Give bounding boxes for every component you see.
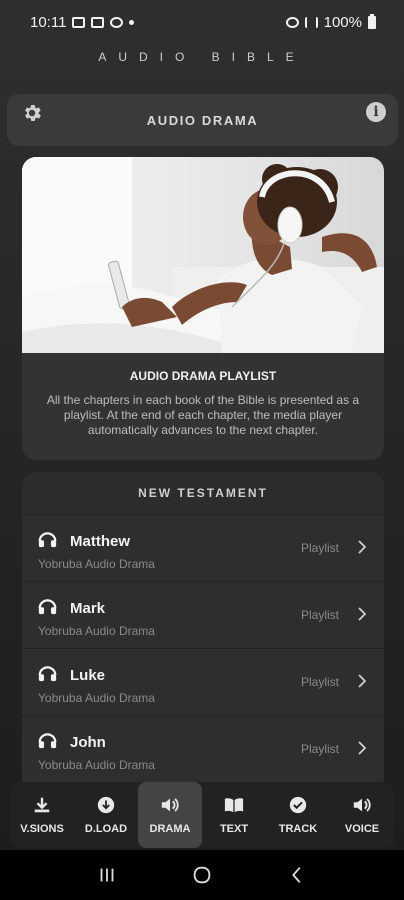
status-time: 10:11 — [30, 13, 67, 31]
testament-card: NEW TESTAMENT Matthew Yobruba Audio Drama… — [22, 472, 384, 792]
nav-label: DRAMA — [149, 823, 191, 835]
back-icon[interactable] — [286, 864, 308, 886]
playlist-label: Playlist — [300, 675, 339, 689]
info-icon[interactable]: i — [366, 102, 386, 122]
nav-item-drama[interactable]: DRAMA — [138, 782, 202, 848]
alarm-icon — [285, 16, 299, 28]
battery-icon — [368, 13, 376, 29]
nav-label: V.SIONS — [20, 823, 64, 835]
android-nav-bar — [0, 850, 404, 900]
chevron-right-icon[interactable] — [358, 741, 366, 755]
book-subtitle: Yobruba Audio Drama — [38, 557, 155, 571]
nav-label: TEXT — [219, 823, 249, 835]
book-subtitle: Yobruba Audio Drama — [38, 758, 155, 772]
nav-item-track[interactable]: TRACK — [266, 782, 330, 848]
playlist-label: Playlist — [300, 742, 339, 756]
speaker-icon — [353, 798, 371, 812]
app-title: AUDIO BIBLE — [98, 50, 306, 64]
nav-label: TRACK — [278, 823, 318, 835]
playlist-label: Playlist — [300, 541, 339, 555]
book-row-matthew[interactable]: Matthew Yobruba Audio Drama Playlist — [22, 514, 384, 581]
book-name: Mark — [70, 600, 106, 617]
book-subtitle: Yobruba Audio Drama — [38, 691, 155, 705]
download-tray-icon — [34, 797, 50, 813]
nav-item-text[interactable]: TEXT — [202, 782, 266, 848]
book-subtitle: Yobruba Audio Drama — [38, 624, 155, 638]
speaker-icon — [161, 798, 179, 812]
chevron-right-icon[interactable] — [358, 540, 366, 554]
section-title: NEW TESTAMENT — [138, 486, 268, 500]
home-icon[interactable] — [191, 864, 213, 886]
download-circle-icon — [97, 796, 115, 814]
headphones-icon — [38, 733, 57, 749]
status-left: 10:11 — [30, 13, 135, 31]
hero-title: AUDIO DRAMA PLAYLIST — [129, 369, 277, 383]
nav-item-voice[interactable]: VOICE — [330, 782, 394, 848]
recent-apps-icon[interactable] — [96, 864, 118, 886]
nav-item-vsions[interactable]: V.SIONS — [10, 782, 74, 848]
battery-percent: 100% — [323, 13, 362, 31]
book-row-john[interactable]: John Yobruba Audio Drama Playlist — [22, 715, 384, 782]
hero-card[interactable]: AUDIO DRAMA PLAYLIST All the chapters in… — [22, 157, 384, 460]
sync-icon — [110, 16, 124, 28]
book-list: Matthew Yobruba Audio Drama Playlist Mark Yo… — [22, 514, 384, 782]
book-icon — [224, 798, 244, 813]
check-circle-icon — [289, 796, 307, 814]
headphones-icon — [38, 666, 57, 682]
chevron-right-icon[interactable] — [358, 607, 366, 621]
nav-label: D.LOAD — [84, 823, 128, 835]
book-row-luke[interactable]: Luke Yobruba Audio Drama Playlist — [22, 648, 384, 715]
header-card: AUDIO DRAMA i — [7, 94, 398, 146]
playlist-label: Playlist — [300, 608, 339, 622]
gallery-icon — [72, 16, 86, 28]
book-row-mark[interactable]: Mark Yobruba Audio Drama Playlist — [22, 581, 384, 648]
headphones-icon — [38, 532, 57, 548]
nav-item-dload[interactable]: D.LOAD — [74, 782, 138, 848]
book-name: Luke — [70, 667, 106, 684]
headphones-icon — [38, 599, 57, 615]
notification-dot-icon — [129, 19, 135, 25]
bottom-nav: V.SIONS D.LOAD DRAMA TEXT TRACK VOICE — [10, 782, 394, 848]
signal-icon — [304, 16, 318, 28]
chevron-right-icon[interactable] — [358, 674, 366, 688]
status-bar: 10:11 100% — [0, 0, 404, 44]
book-name: John — [70, 734, 106, 751]
status-right: 100% — [285, 13, 376, 31]
mail-icon — [91, 16, 105, 28]
gear-icon[interactable] — [21, 102, 43, 124]
woman-with-headphones-image — [22, 157, 384, 353]
hero-description: All the chapters in each book of the Bib… — [46, 393, 360, 437]
page-title: AUDIO DRAMA — [146, 112, 259, 128]
book-name: Matthew — [70, 533, 130, 550]
nav-label: VOICE — [344, 823, 380, 835]
